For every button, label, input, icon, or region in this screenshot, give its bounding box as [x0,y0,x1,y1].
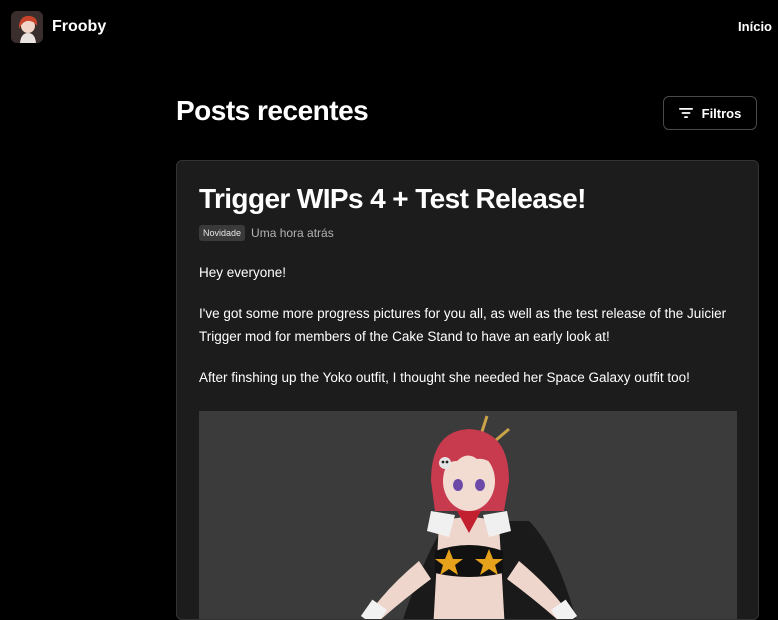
page-title: Posts recentes [176,95,369,126]
post-meta: Novidade Uma hora atrás [199,225,334,241]
avatar [11,11,43,43]
post-paragraph: After finshing up the Yoko outfit, I tho… [199,370,690,385]
post-time: Uma hora atrás [251,226,334,240]
category-badge: Novidade [199,225,246,241]
post-body: Hey everyone! I've got some more progres… [199,261,739,407]
brand-link[interactable]: Frooby [11,11,106,43]
post-card: Trigger WIPs 4 + Test Release! Novidade … [176,160,759,620]
top-bar: Frooby Início [0,0,778,56]
post-paragraph: I've got some more progress pictures for… [199,306,727,344]
post-image [199,411,737,619]
brand-name: Frooby [52,18,107,35]
nav-home-link[interactable]: Início [738,19,772,34]
post-paragraph: Hey everyone! [199,265,287,280]
filter-icon [678,108,693,118]
filters-button-label: Filtros [701,105,742,121]
filters-button[interactable]: Filtros [663,96,757,130]
post-title[interactable]: Trigger WIPs 4 + Test Release! [199,183,586,215]
